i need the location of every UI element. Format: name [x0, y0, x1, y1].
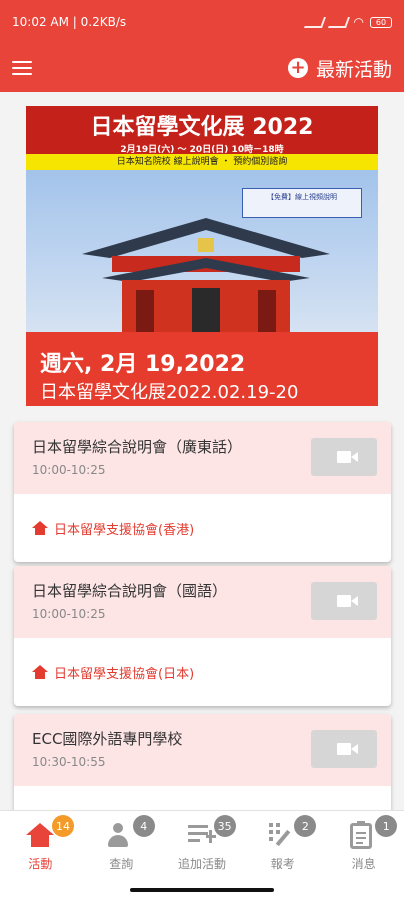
badge: 4: [132, 815, 155, 837]
content-scroll[interactable]: 日本留學文化展 2022 2月19日(六) ～ 20日(日) 10時－18時 日…: [0, 92, 404, 810]
nav-messages[interactable]: 1 消息: [323, 811, 404, 900]
banner-date: 週六, 2月 19,2022: [40, 352, 246, 377]
nav-label: 追加活動: [177, 857, 226, 871]
badge: 35: [213, 815, 236, 837]
person-icon: [107, 823, 129, 847]
badge: 14: [52, 815, 74, 837]
signal-icon: [303, 16, 326, 28]
nav-activities[interactable]: 14 活動: [0, 811, 81, 900]
poster-tagline: 日本知名院校 線上說明會 ・ 預約個別諮詢: [26, 154, 378, 170]
badge: 1: [375, 815, 398, 837]
session-card[interactable]: 日本留學綜合說明會（國語） 10:00-10:25 日本留學支援協會(日本): [14, 566, 391, 706]
video-camera-icon: [337, 451, 358, 463]
status-time: 10:02 AM | 0.2KB/s: [12, 15, 127, 29]
plus-circle-icon: +: [287, 58, 308, 78]
event-poster: 日本留學文化展 2022 2月19日(六) ～ 20日(日) 10時－18時 日…: [26, 106, 378, 332]
home-icon: [32, 665, 48, 679]
session-organizer[interactable]: 日本留學支援協會(日本): [54, 663, 194, 682]
status-bar: 10:02 AM | 0.2KB/s ◠ 60: [0, 0, 404, 44]
home-icon: [26, 823, 55, 847]
video-camera-icon: [337, 595, 358, 607]
playlist-add-icon: [187, 823, 216, 845]
session-card[interactable]: 日本留學綜合說明會（廣東話） 10:00-10:25 日本留學支援協會(香港): [14, 422, 391, 562]
clipboard-icon: [349, 821, 372, 849]
app-bar: + 最新活動: [0, 44, 404, 92]
menu-icon[interactable]: [12, 61, 32, 75]
video-camera-icon: [337, 743, 358, 755]
nav-label: 報考: [270, 857, 295, 871]
shrine-gate-illustration: [82, 218, 330, 332]
nav-label: 消息: [351, 857, 376, 871]
poster-title: 日本留學文化展 2022: [90, 115, 314, 140]
home-icon: [32, 521, 48, 535]
nav-apply[interactable]: 2 報考: [242, 811, 323, 900]
video-button[interactable]: [311, 582, 377, 620]
home-indicator[interactable]: [130, 888, 274, 892]
nav-add-activity[interactable]: 35 追加活動: [162, 811, 243, 900]
nav-label: 活動: [28, 857, 53, 871]
new-activity-label: 最新活動: [315, 58, 392, 81]
poster-header: 日本留學文化展 2022 2月19日(六) ～ 20日(日) 10時－18時: [26, 106, 378, 155]
edit-grid-icon: [268, 823, 295, 847]
bottom-nav: 14 活動 4 查詢 35 追加活動 2 報考 1 消息: [0, 810, 404, 900]
wifi-icon: ◠: [353, 15, 364, 29]
video-button[interactable]: [311, 438, 377, 476]
session-card[interactable]: ECC國際外語專門學校 10:30-10:55: [14, 714, 391, 810]
nav-inquiry[interactable]: 4 查詢: [81, 811, 162, 900]
signal-icon-2: [327, 16, 350, 28]
new-activity-button[interactable]: + 最新活動: [287, 55, 392, 82]
event-banner[interactable]: 日本留學文化展 2022 2月19日(六) ～ 20日(日) 10時－18時 日…: [26, 106, 378, 406]
session-organizer[interactable]: 日本留學支援協會(香港): [54, 519, 194, 538]
video-button[interactable]: [311, 730, 377, 768]
banner-subtitle: 日本留學文化展2022.02.19-20: [40, 382, 299, 403]
battery-icon: 60: [370, 16, 392, 28]
nav-label: 查詢: [109, 857, 134, 871]
status-icons: ◠ 60: [303, 15, 392, 29]
badge: 2: [294, 815, 317, 837]
